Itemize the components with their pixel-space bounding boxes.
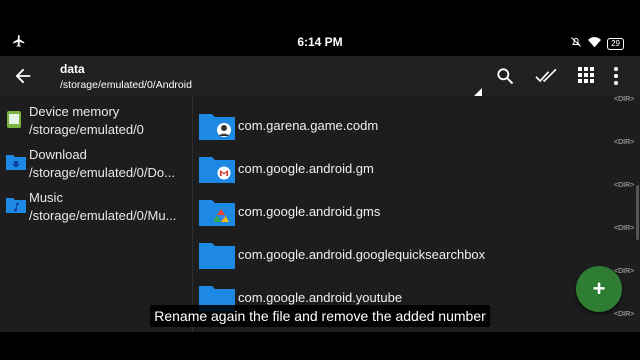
toolbar: data /storage/emulated/0/Android xyxy=(0,56,640,96)
bottom-bar xyxy=(0,332,640,360)
list-item[interactable]: com.garena.game.codm xyxy=(193,104,640,147)
folder-icon xyxy=(199,112,235,140)
dir-tag: <DIR> xyxy=(614,96,635,103)
current-path[interactable]: /storage/emulated/0/Android xyxy=(60,78,490,92)
clock: 6:14 PM xyxy=(297,35,343,49)
add-button[interactable]: + xyxy=(576,266,622,312)
file-name: com.google.android.gm xyxy=(238,161,374,176)
battery-icon: 29 xyxy=(607,38,624,50)
select-all-icon[interactable] xyxy=(535,66,557,86)
status-bar: 6:14 PM 29 xyxy=(0,28,640,56)
sidebar-item-download[interactable]: Download /storage/emulated/0/Do... xyxy=(0,143,192,185)
sidebar-item-path: /storage/emulated/0/Mu... xyxy=(29,208,177,223)
folder-icon xyxy=(199,198,235,226)
dir-tag: <DIR> xyxy=(614,182,635,189)
dir-tag: <DIR> xyxy=(614,225,635,232)
folder-title: data xyxy=(60,62,85,76)
video-caption: Rename again the file and remove the add… xyxy=(150,305,490,327)
folder-icon xyxy=(199,155,235,183)
file-name: com.google.android.youtube xyxy=(238,290,403,305)
search-icon[interactable] xyxy=(495,66,515,86)
list-item[interactable]: com.google.android.gms xyxy=(193,190,640,233)
sidebar-item-label: Download xyxy=(29,147,87,162)
download-folder-icon xyxy=(6,153,26,171)
mute-icon xyxy=(570,35,582,53)
file-list: com.garena.game.codm com.google.android.… xyxy=(193,96,640,332)
dir-tag: <DIR> xyxy=(614,311,635,318)
list-item[interactable]: com.google.android.gm xyxy=(193,147,640,190)
folder-icon xyxy=(199,241,235,269)
file-name: com.garena.game.codm xyxy=(238,118,379,133)
file-name: com.google.android.gms xyxy=(238,204,381,219)
back-arrow-icon[interactable] xyxy=(12,65,36,87)
list-item[interactable] xyxy=(193,96,640,103)
grid-view-icon[interactable] xyxy=(577,66,597,86)
dir-tag: <DIR> xyxy=(614,139,635,146)
sidebar-item-music[interactable]: Music /storage/emulated/0/Mu... xyxy=(0,186,192,228)
wifi-icon xyxy=(588,35,602,53)
sidebar-item-path: /storage/emulated/0/Do... xyxy=(29,165,175,180)
sidebar-item-label: Music xyxy=(29,190,63,205)
file-name: com.google.android.googlequicksearchbox xyxy=(238,247,486,262)
list-item[interactable]: com.google.android.googlequicksearchbox xyxy=(193,233,640,276)
music-folder-icon xyxy=(6,196,26,214)
sidebar: Device memory /storage/emulated/0 Downlo… xyxy=(0,96,193,332)
more-options-icon[interactable] xyxy=(612,66,632,86)
sidebar-item-device-memory[interactable]: Device memory /storage/emulated/0 xyxy=(0,100,192,142)
sidebar-item-path: /storage/emulated/0 xyxy=(29,122,144,137)
sidebar-item-label: Device memory xyxy=(29,104,120,119)
scrollbar[interactable] xyxy=(636,185,639,240)
device-memory-icon xyxy=(6,110,24,128)
